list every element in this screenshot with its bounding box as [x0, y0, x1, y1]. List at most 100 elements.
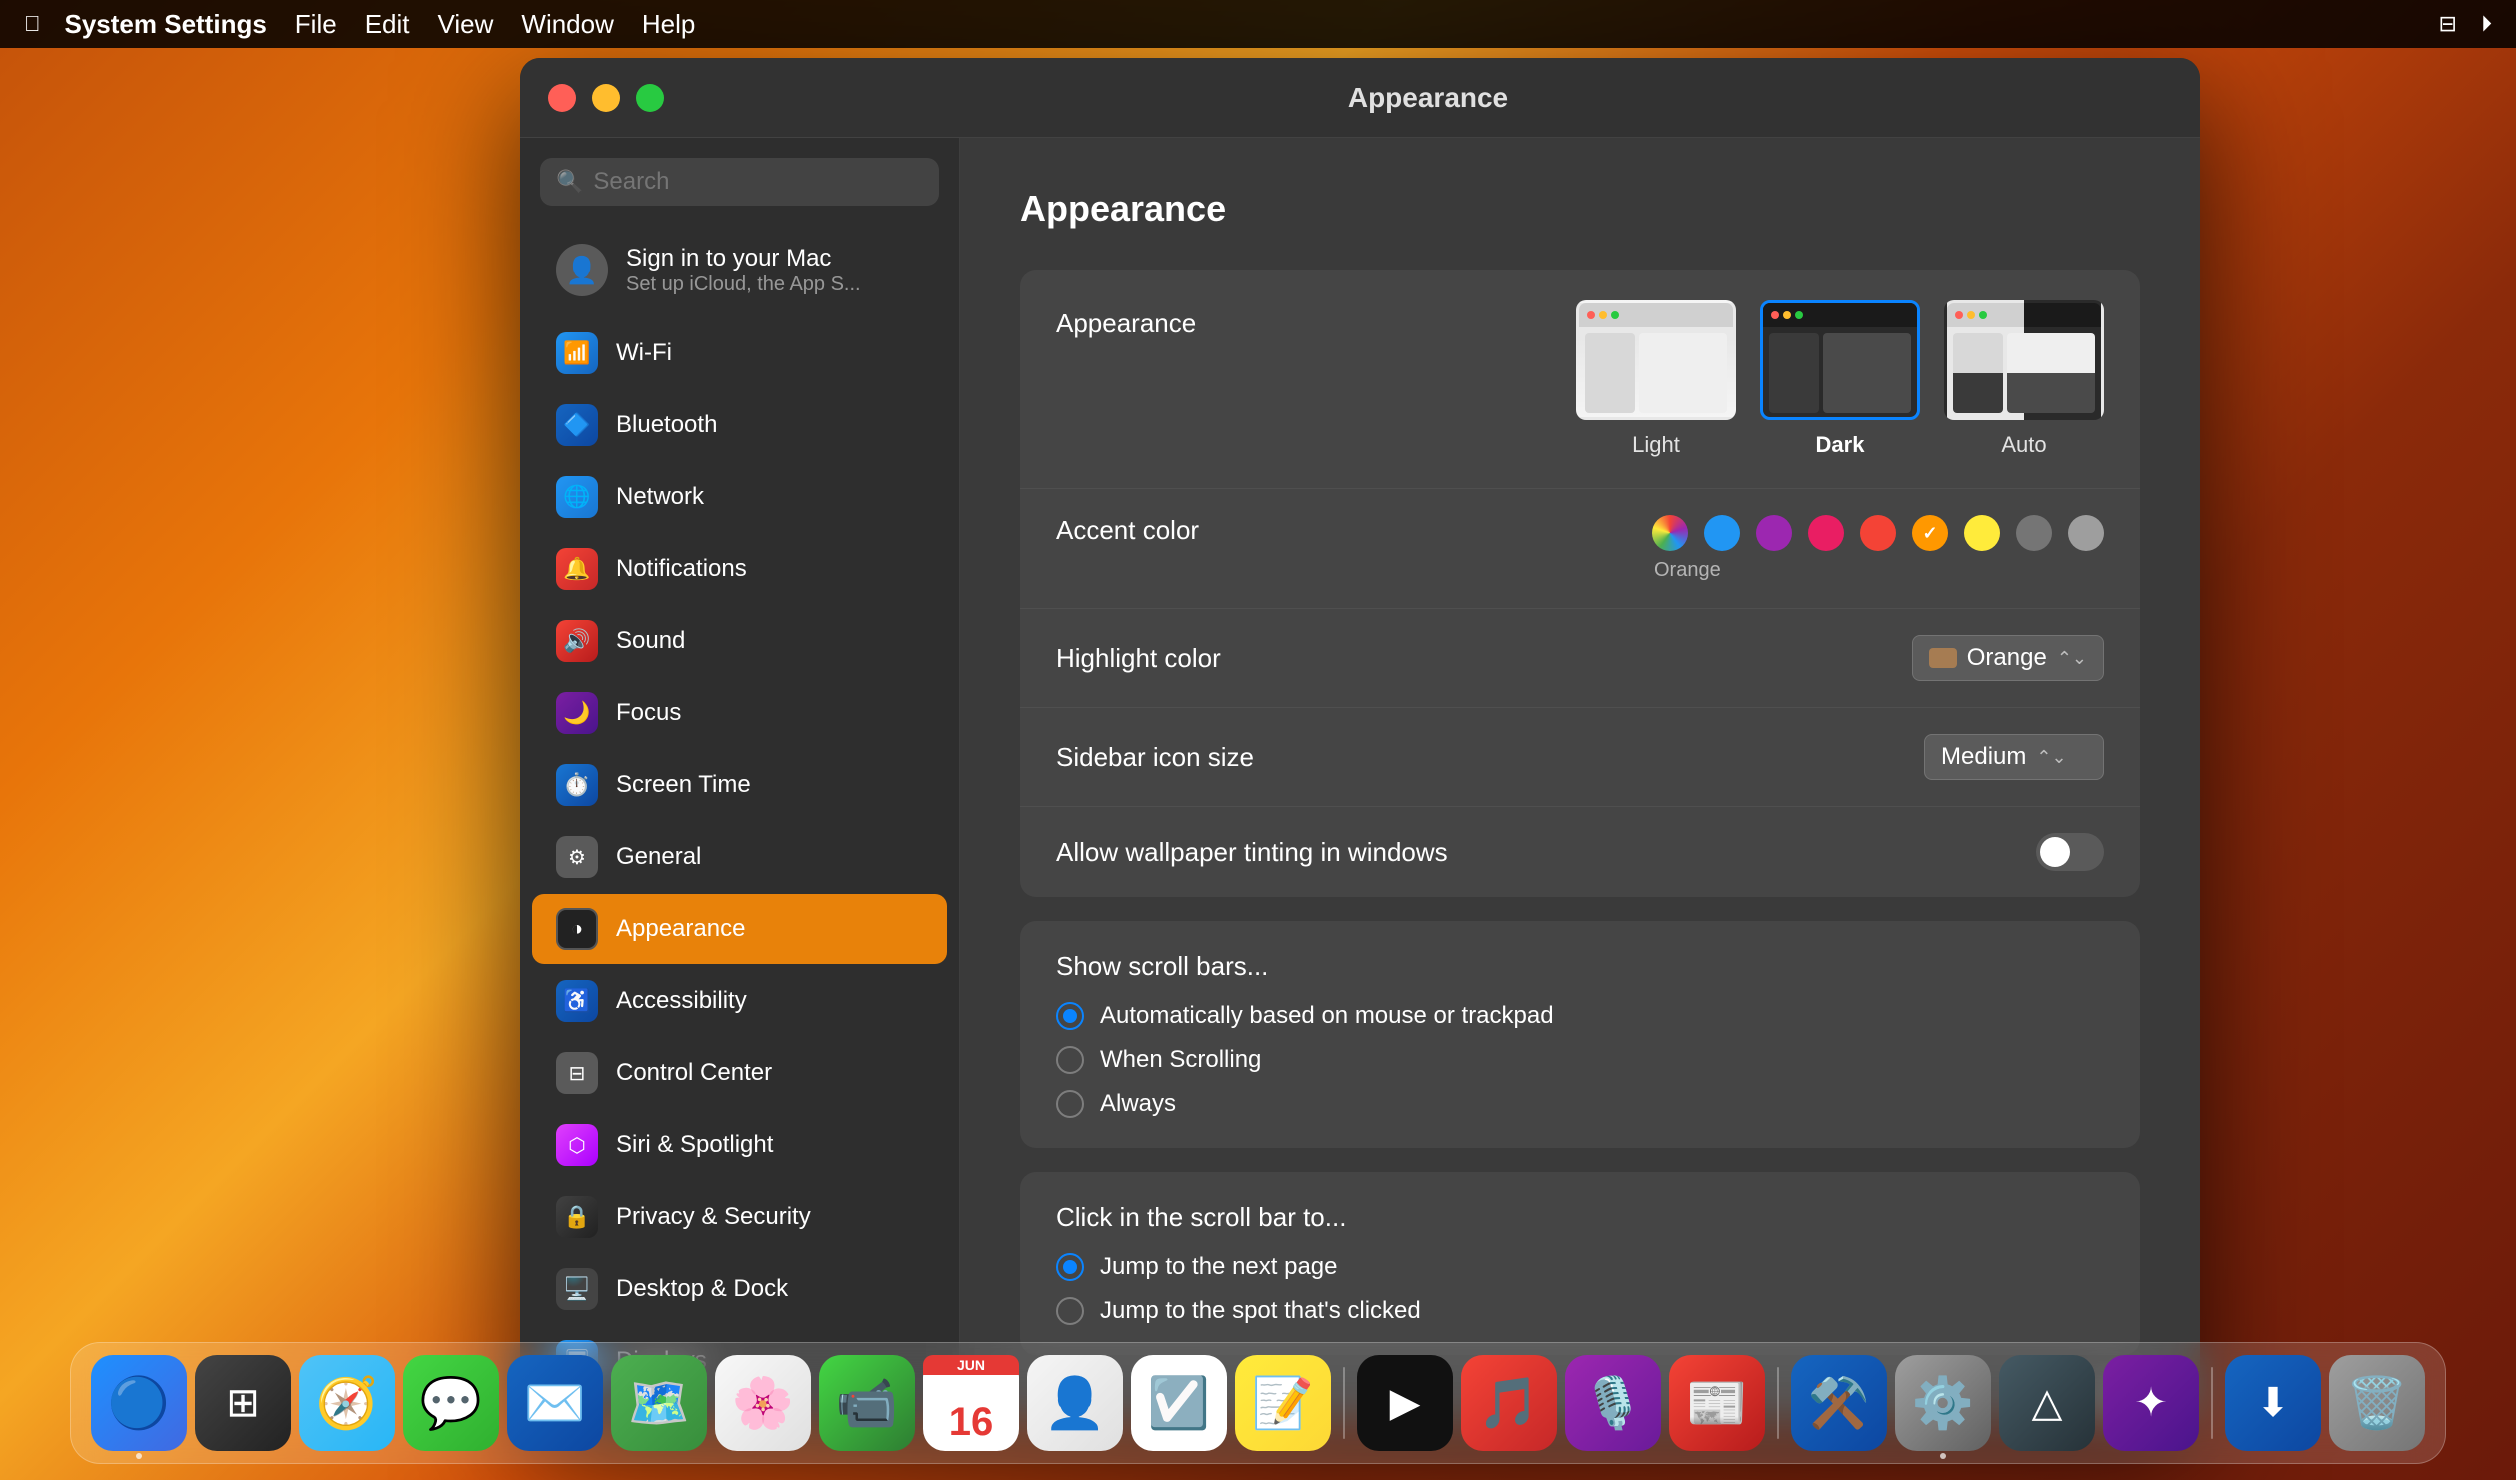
scroll-bars-option-auto[interactable]: Automatically based on mouse or trackpad	[1056, 1002, 2104, 1030]
dock-item-podcasts[interactable]: 🎙️	[1565, 1355, 1661, 1451]
wallpaper-tinting-toggle[interactable]	[2036, 833, 2104, 871]
system-settings-window: Appearance 🔍 👤 Sign in to your Mac Set u…	[520, 58, 2200, 1418]
signin-item[interactable]: 👤 Sign in to your Mac Set up iCloud, the…	[532, 226, 947, 314]
minimize-button[interactable]	[592, 84, 620, 112]
dock-item-notes[interactable]: 📝	[1235, 1355, 1331, 1451]
dock-item-altool[interactable]: △	[1999, 1355, 2095, 1451]
appearance-thumb-dark	[1760, 300, 1920, 420]
sidebar-item-bluetooth[interactable]: 🔷 Bluetooth	[532, 390, 947, 460]
menubar-file[interactable]: File	[295, 9, 337, 40]
appearance-thumb-auto	[1944, 300, 2104, 420]
dock-item-safari[interactable]: 🧭	[299, 1355, 395, 1451]
maximize-button[interactable]	[636, 84, 664, 112]
sidebar-item-general[interactable]: ⚙ General	[532, 822, 947, 892]
menubar-window[interactable]: Window	[521, 9, 613, 40]
sidebar-item-label-sound: Sound	[616, 627, 685, 655]
scroll-bars-option-scrolling[interactable]: When Scrolling	[1056, 1046, 2104, 1074]
search-input[interactable]	[593, 168, 923, 196]
finder-icon: 🔵	[108, 1374, 170, 1433]
accent-color-graphite-light[interactable]	[2016, 515, 2052, 551]
dock-item-mail[interactable]: ✉️	[507, 1355, 603, 1451]
messages-icon: 💬	[420, 1374, 482, 1433]
dock-separator	[1343, 1367, 1345, 1439]
click-scroll-card: Click in the scroll bar to... Jump to th…	[1020, 1172, 2140, 1355]
dock-item-music[interactable]: 🎵	[1461, 1355, 1557, 1451]
focus-icon: 🌙	[556, 692, 598, 734]
facetime-icon: 📹	[836, 1374, 898, 1433]
highlight-color-label: Highlight color	[1056, 643, 1416, 674]
appearance-option-light[interactable]: Light	[1576, 300, 1736, 458]
dock-item-facetime[interactable]: 📹	[819, 1355, 915, 1451]
menubar-view[interactable]: View	[438, 9, 494, 40]
screentime-icon: ⏱️	[556, 764, 598, 806]
search-bar[interactable]: 🔍	[540, 158, 939, 206]
sidebar-item-accessibility[interactable]: ♿ Accessibility	[532, 966, 947, 1036]
sidebar-icon-size-label: Sidebar icon size	[1056, 742, 1416, 773]
sidebar-item-controlcenter[interactable]: ⊟ Control Center	[532, 1038, 947, 1108]
control-center-icon[interactable]: ⊟	[2439, 11, 2457, 37]
sidebar-item-screentime[interactable]: ⏱️ Screen Time	[532, 750, 947, 820]
calendar-icon: 16	[949, 1400, 994, 1445]
accent-colors-list	[1652, 515, 2104, 551]
accent-color-multicolor[interactable]	[1652, 515, 1688, 551]
accent-color-red[interactable]	[1860, 515, 1896, 551]
sidebar-item-desktop[interactable]: 🖥️ Desktop & Dock	[532, 1254, 947, 1324]
dock-item-downloads[interactable]: ⬇	[2225, 1355, 2321, 1451]
sidebar-item-appearance[interactable]: ◑ Appearance	[532, 894, 947, 964]
menubar-right-controls: ⊟ ⏵	[2439, 11, 2492, 37]
click-scroll-option-next[interactable]: Jump to the next page	[1056, 1253, 2104, 1281]
appearance-option-dark[interactable]: Dark	[1760, 300, 1920, 458]
wallpaper-tinting-control	[2036, 833, 2104, 871]
sidebar-item-notifications[interactable]: 🔔 Notifications	[532, 534, 947, 604]
dock-item-launchpad[interactable]: ⊞	[195, 1355, 291, 1451]
accent-color-yellow[interactable]	[1964, 515, 2000, 551]
dock-item-settings[interactable]: ⚙️	[1895, 1355, 1991, 1451]
user-avatar: 👤	[556, 244, 608, 296]
menubar-edit[interactable]: Edit	[365, 9, 410, 40]
sidebar-item-sound[interactable]: 🔊 Sound	[532, 606, 947, 676]
sidebar-item-label-network: Network	[616, 483, 704, 511]
apple-menu-icon[interactable]: 	[24, 11, 41, 37]
menubar-help[interactable]: Help	[642, 9, 695, 40]
accent-color-purple[interactable]	[1756, 515, 1792, 551]
sidebar-item-wifi[interactable]: 📶 Wi-Fi	[532, 318, 947, 388]
accent-color-graphite[interactable]	[2068, 515, 2104, 551]
close-button[interactable]	[548, 84, 576, 112]
dock-item-maps[interactable]: 🗺️	[611, 1355, 707, 1451]
sidebar-item-privacy[interactable]: 🔒 Privacy & Security	[532, 1182, 947, 1252]
accent-color-pink[interactable]	[1808, 515, 1844, 551]
appearance-option-auto[interactable]: Auto	[1944, 300, 2104, 458]
appearance-option-label-auto: Auto	[2001, 432, 2046, 458]
sidebar-icon-size-row: Sidebar icon size Medium ⌃⌄	[1020, 708, 2140, 807]
dock-item-tweaks[interactable]: ✦	[2103, 1355, 2199, 1451]
window-title: Appearance	[684, 82, 2172, 114]
photos-icon: 🌸	[732, 1374, 794, 1433]
accent-color-blue[interactable]	[1704, 515, 1740, 551]
sidebar-icon-size-dropdown[interactable]: Medium ⌃⌄	[1924, 734, 2104, 780]
highlight-color-dropdown[interactable]: Orange ⌃⌄	[1912, 635, 2104, 681]
scroll-bars-option-always[interactable]: Always	[1056, 1090, 2104, 1118]
dock-item-news[interactable]: 📰	[1669, 1355, 1765, 1451]
dock-item-messages[interactable]: 💬	[403, 1355, 499, 1451]
dock-item-reminders[interactable]: ☑️	[1131, 1355, 1227, 1451]
mail-icon: ✉️	[524, 1374, 586, 1433]
dock-item-appletv[interactable]: ▶	[1357, 1355, 1453, 1451]
menubar-app-name[interactable]: System Settings	[65, 9, 267, 40]
accent-color-orange[interactable]	[1912, 515, 1948, 551]
dock-item-trash[interactable]: 🗑️	[2329, 1355, 2425, 1451]
dock-item-xcode[interactable]: ⚒️	[1791, 1355, 1887, 1451]
menu-extras-icon[interactable]: ⏵	[2481, 11, 2492, 37]
sidebar-item-label-notifications: Notifications	[616, 555, 747, 583]
sidebar-item-label-siri: Siri & Spotlight	[616, 1131, 773, 1159]
click-scroll-options: Jump to the next page Jump to the spot t…	[1056, 1253, 2104, 1325]
signin-subtitle: Set up iCloud, the App S...	[626, 273, 923, 296]
dock-item-photos[interactable]: 🌸	[715, 1355, 811, 1451]
sidebar-item-siri[interactable]: ⬡ Siri & Spotlight	[532, 1110, 947, 1180]
sidebar-item-network[interactable]: 🌐 Network	[532, 462, 947, 532]
dock-separator-2	[1777, 1367, 1779, 1439]
dock-item-calendar[interactable]: JUN 16	[923, 1355, 1019, 1451]
dock-item-contacts[interactable]: 👤	[1027, 1355, 1123, 1451]
click-scroll-option-spot[interactable]: Jump to the spot that's clicked	[1056, 1297, 2104, 1325]
sidebar-item-focus[interactable]: 🌙 Focus	[532, 678, 947, 748]
dock-item-finder[interactable]: 🔵	[91, 1355, 187, 1451]
